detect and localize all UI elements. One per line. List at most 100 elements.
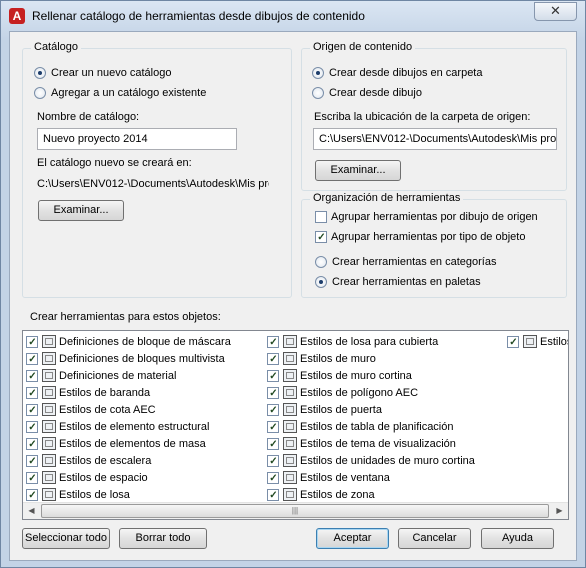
object-checkbox[interactable] xyxy=(267,369,279,382)
object-checkbox[interactable] xyxy=(507,335,519,348)
object-type-icon xyxy=(42,352,56,365)
object-checkbox[interactable] xyxy=(267,335,279,348)
object-item-label: Definiciones de material xyxy=(59,369,177,382)
checkbox-group-by-drawing[interactable]: Agrupar herramientas por dibujo de orige… xyxy=(315,211,538,223)
object-item-label: Estilos de escalera xyxy=(59,454,152,467)
object-item-label: Definiciones de bloque de máscara xyxy=(59,335,231,348)
object-type-icon xyxy=(283,335,297,348)
object-item[interactable]: Estilos de escalera xyxy=(23,452,231,469)
object-item[interactable]: Definiciones de bloques multivista xyxy=(23,350,231,367)
radio-categories[interactable]: Crear herramientas en categorías xyxy=(315,256,496,268)
objects-label: Crear herramientas para estos objetos: xyxy=(30,311,221,323)
horizontal-scrollbar[interactable]: ◀ ||| ▶ xyxy=(23,502,568,519)
object-item-label: Estilos de puerta xyxy=(300,403,382,416)
radio-indicator[interactable] xyxy=(312,67,324,79)
object-item[interactable]: Estilos de cota AEC xyxy=(23,401,231,418)
radio-from-drawing-label: Crear desde dibujo xyxy=(329,87,422,99)
object-type-icon xyxy=(283,352,297,365)
catalog-name-input[interactable]: Nuevo proyecto 2014 xyxy=(37,128,237,150)
object-item[interactable]: Estilos de elemento estructural xyxy=(23,418,231,435)
object-type-icon xyxy=(283,403,297,416)
object-checkbox[interactable] xyxy=(26,369,38,382)
select-all-button[interactable]: Seleccionar todo xyxy=(22,528,110,549)
object-item[interactable]: Estilos de tema de visualización xyxy=(264,435,475,452)
dialog-body: Catálogo Crear un nuevo catálogo Agregar… xyxy=(9,31,577,561)
object-item[interactable]: Estilos de unidades de muro cortina xyxy=(264,452,475,469)
object-checkbox[interactable] xyxy=(26,488,38,501)
checkbox-group-by-type[interactable]: Agrupar herramientas por tipo de objeto xyxy=(315,231,525,243)
object-type-icon xyxy=(42,386,56,399)
clear-all-button[interactable]: Borrar todo xyxy=(119,528,207,549)
object-item[interactable]: Definiciones de material xyxy=(23,367,231,384)
close-button[interactable]: ✕ xyxy=(534,2,577,21)
object-checkbox[interactable] xyxy=(267,420,279,433)
checkbox[interactable] xyxy=(315,231,327,243)
object-checkbox[interactable] xyxy=(267,437,279,450)
object-item[interactable]: Estilos de losa xyxy=(23,486,231,503)
source-folder-input[interactable]: C:\Users\ENV012-\Documents\Autodesk\Mis … xyxy=(313,128,557,150)
object-checkbox[interactable] xyxy=(267,403,279,416)
radio-from-drawing[interactable]: Crear desde dibujo xyxy=(312,87,422,99)
radio-palettes[interactable]: Crear herramientas en paletas xyxy=(315,276,481,288)
radio-indicator[interactable] xyxy=(34,67,46,79)
help-button[interactable]: Ayuda xyxy=(481,528,554,549)
source-group: Origen de contenido Crear desde dibujos … xyxy=(301,41,567,191)
object-item-label: Estilos de elementos de masa xyxy=(59,437,206,450)
object-item[interactable]: Estilos de elementos de masa xyxy=(23,435,231,452)
catalog-browse-button[interactable]: Examinar... xyxy=(38,200,124,221)
radio-new-catalog[interactable]: Crear un nuevo catálogo xyxy=(34,67,171,79)
object-checkbox[interactable] xyxy=(267,488,279,501)
scroll-thumb[interactable]: ||| xyxy=(41,504,549,518)
object-type-icon xyxy=(42,420,56,433)
object-item[interactable]: Estilos de muro cortina xyxy=(264,367,475,384)
radio-existing-catalog[interactable]: Agregar a un catálogo existente xyxy=(34,87,206,99)
object-checkbox[interactable] xyxy=(26,471,38,484)
object-item[interactable]: Definiciones de bloque de máscara xyxy=(23,333,231,350)
organization-group: Organización de herramientas Agrupar her… xyxy=(301,192,567,298)
object-item[interactable]: Estilos de losa para cubierta xyxy=(264,333,475,350)
object-checkbox[interactable] xyxy=(267,454,279,467)
scroll-right-icon[interactable]: ▶ xyxy=(551,503,568,519)
radio-indicator[interactable] xyxy=(34,87,46,99)
object-checkbox[interactable] xyxy=(26,352,38,365)
radio-from-folder[interactable]: Crear desde dibujos en carpeta xyxy=(312,67,482,79)
object-item[interactable]: Estilos de ventana xyxy=(264,469,475,486)
object-type-icon xyxy=(42,471,56,484)
object-item-label: Estilos de cota AEC xyxy=(59,403,156,416)
object-item[interactable]: Estilos de puerta xyxy=(264,401,475,418)
object-type-icon xyxy=(283,386,297,399)
object-item[interactable]: Estilos de zona xyxy=(264,486,475,503)
checkbox[interactable] xyxy=(315,211,327,223)
source-folder-label: Escriba la ubicación de la carpeta de or… xyxy=(314,111,531,123)
object-item[interactable]: Estilos de tabla de planificación xyxy=(264,418,475,435)
object-type-icon xyxy=(42,369,56,382)
cancel-button[interactable]: Cancelar xyxy=(398,528,471,549)
objects-column-2: Estilos de losa para cubierta Estilos de … xyxy=(264,333,475,503)
object-item[interactable]: Estilos de espacio xyxy=(23,469,231,486)
object-item[interactable]: Estilos de polígono AEC xyxy=(264,384,475,401)
object-item[interactable]: Estilos xyxy=(504,333,568,350)
accept-button[interactable]: Aceptar xyxy=(316,528,389,549)
object-checkbox[interactable] xyxy=(26,420,38,433)
catalog-location-path: C:\Users\ENV012-\Documents\Autodesk\Mis … xyxy=(37,178,269,190)
object-type-icon xyxy=(283,420,297,433)
object-checkbox[interactable] xyxy=(267,471,279,484)
scroll-left-icon[interactable]: ◀ xyxy=(23,503,40,519)
object-item[interactable]: Estilos de baranda xyxy=(23,384,231,401)
object-item[interactable]: Estilos de muro xyxy=(264,350,475,367)
object-checkbox[interactable] xyxy=(26,386,38,399)
object-checkbox[interactable] xyxy=(26,335,38,348)
catalog-legend: Catálogo xyxy=(31,41,82,53)
radio-from-folder-label: Crear desde dibujos en carpeta xyxy=(329,67,483,79)
radio-indicator[interactable] xyxy=(315,276,327,288)
object-checkbox[interactable] xyxy=(267,352,279,365)
source-browse-button[interactable]: Examinar... xyxy=(315,160,401,181)
radio-indicator[interactable] xyxy=(315,256,327,268)
organization-legend: Organización de herramientas xyxy=(310,192,464,204)
object-checkbox[interactable] xyxy=(26,403,38,416)
object-checkbox[interactable] xyxy=(26,437,38,450)
object-checkbox[interactable] xyxy=(267,386,279,399)
object-checkbox[interactable] xyxy=(26,454,38,467)
radio-indicator[interactable] xyxy=(312,87,324,99)
radio-palettes-label: Crear herramientas en paletas xyxy=(332,276,481,288)
